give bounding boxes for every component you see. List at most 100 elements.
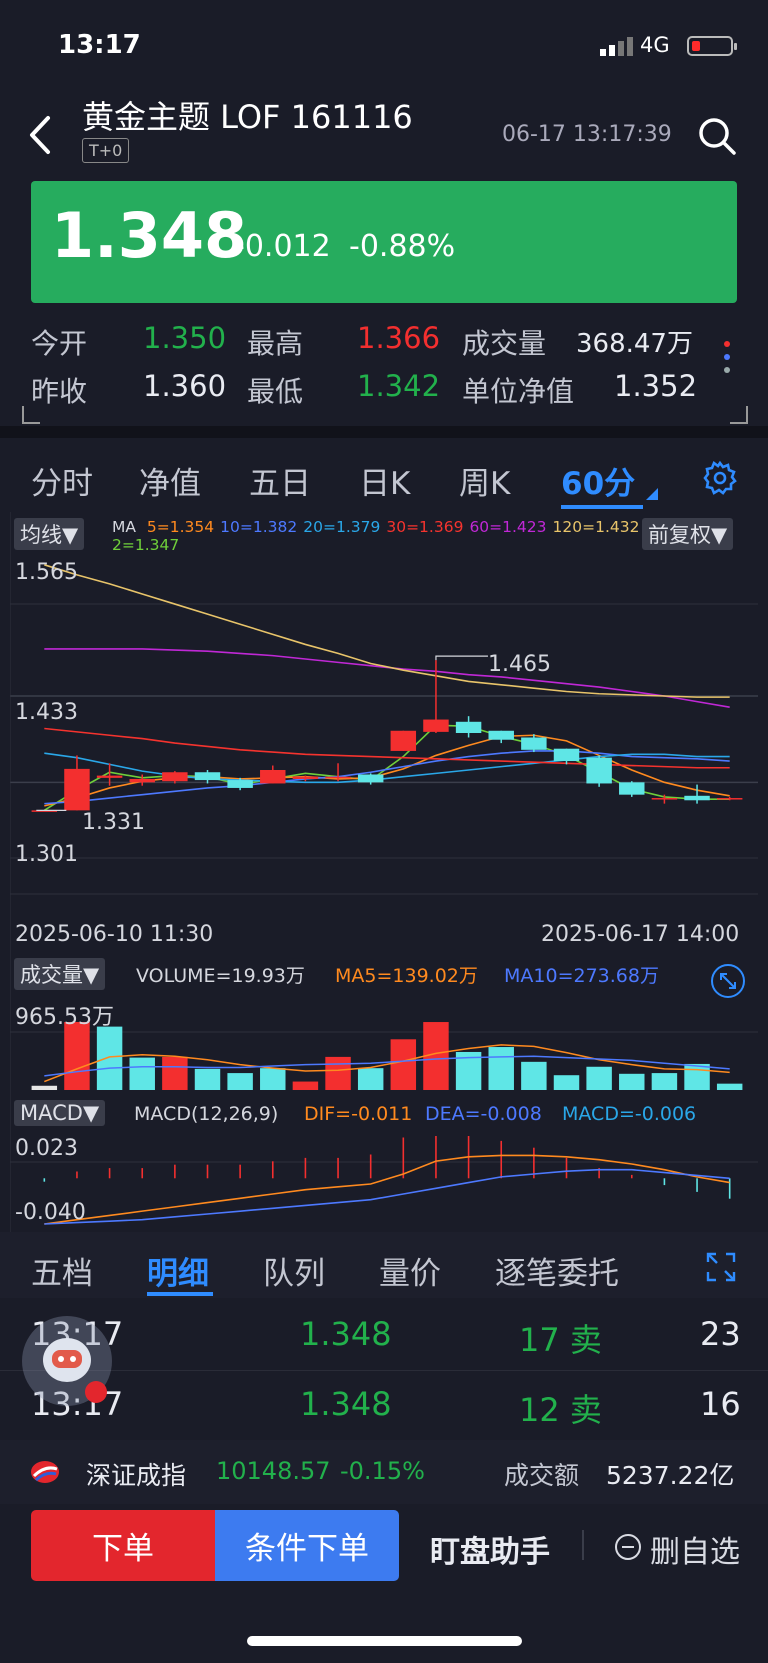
index-change: -0.15% (340, 1457, 425, 1485)
order-button[interactable]: 下单 (31, 1510, 215, 1581)
candle-body (96, 775, 123, 778)
macd-params: MACD(12,26,9) (134, 1103, 279, 1125)
active-tab-underline (561, 505, 643, 509)
candle-body (619, 782, 645, 795)
back-arrow-icon[interactable] (26, 112, 56, 158)
volume-bar (129, 1057, 155, 1090)
signal-icon (600, 37, 633, 56)
ma-legend: MA 5=1.354 10=1.382 20=1.379 30=1.369 60=1.4… (112, 518, 639, 536)
fullscreen-icon[interactable] (706, 1252, 736, 1282)
tab-volume-price[interactable]: 量价 (379, 1248, 441, 1293)
macd-top-label: 0.023 (15, 1136, 78, 1161)
kline-chart[interactable]: 均线▼ MA 5=1.354 10=1.382 20=1.379 30=1.369 60… (10, 512, 758, 1232)
expand-corner-right (730, 406, 748, 424)
adjust-selector[interactable]: 前复权▼ (642, 518, 734, 550)
candle-body (684, 795, 710, 801)
tab-60min[interactable]: 60分 (561, 458, 635, 503)
amount-value: 5237.22亿 (606, 1461, 735, 1490)
candle-body (292, 776, 319, 779)
index-ticker-bar[interactable]: 深证成指 10148.57 -0.15% 成交额 5237.22亿 (0, 1440, 768, 1504)
dif-line (44, 1154, 730, 1225)
candle-body (129, 778, 155, 783)
volume-selector[interactable]: 成交量▼ (14, 958, 106, 990)
szse-logo-icon (31, 1461, 59, 1483)
candle-body (423, 719, 449, 732)
tab-tick-orders[interactable]: 逐笔委托 (495, 1248, 619, 1293)
watch-helper-button[interactable]: 盯盘助手 (430, 1527, 550, 1571)
candle-body (521, 737, 547, 750)
tab-nav[interactable]: 净值 (139, 458, 201, 503)
minus-circle-icon (615, 1534, 641, 1560)
candle-body (553, 748, 580, 762)
network-label: 4G (640, 33, 670, 57)
y-axis-low: 1.301 (15, 842, 78, 867)
expand-toggle-icon[interactable] (710, 963, 746, 999)
assistant-avatar[interactable] (22, 1316, 112, 1406)
more-dots-icon[interactable] (720, 338, 734, 378)
peak-marker (435, 655, 488, 661)
tab-timeshare[interactable]: 分时 (31, 458, 93, 503)
volume-bar (260, 1068, 286, 1090)
trade-count: 16 (700, 1385, 741, 1423)
price-change-pct: -0.88% (349, 229, 456, 264)
volume-bar (521, 1061, 547, 1090)
volume-bar (325, 1056, 351, 1090)
section-divider (0, 426, 768, 438)
high-label: 最高 (247, 327, 304, 360)
high-value: 1.366 (357, 321, 441, 355)
open-label: 今开 (31, 327, 88, 360)
candle-body (357, 774, 384, 783)
ma-line-ma60 (44, 648, 730, 709)
gear-icon[interactable] (702, 460, 738, 496)
tab-five-day[interactable]: 五日 (249, 458, 311, 503)
trade-row: 13:17 1.348 12 卖 16 (0, 1371, 768, 1439)
nav-label: 单位净值 (462, 375, 575, 408)
peak-label: 1.465 (488, 652, 551, 677)
ma-line-ma30 (44, 727, 730, 769)
status-time: 13:17 (58, 30, 141, 60)
index-value: 10148.57 (216, 1457, 331, 1485)
ma-legend-items: 5=1.354 10=1.382 20=1.379 30=1.369 60=1.423 1… (141, 518, 640, 536)
prev-close-label: 昨收 (31, 375, 88, 408)
robot-icon (43, 1338, 107, 1403)
volume-ma5-label: MA5=139.02万 (335, 965, 478, 987)
trade-row: 13:17 1.348 17 卖 23 (0, 1301, 768, 1369)
t0-badge: T+0 (82, 138, 130, 163)
candle-body (390, 730, 417, 751)
volume-value-label: VOLUME=19.93万 (136, 965, 305, 987)
volume-bar (716, 1083, 743, 1090)
volume-bar (357, 1068, 384, 1090)
price-change: -0.012 (234, 229, 331, 264)
tab-weekly-k[interactable]: 周K (459, 458, 510, 503)
detail-tab-underline (147, 1292, 213, 1296)
candle-body (325, 776, 351, 779)
trough-label: 1.331 (82, 810, 145, 835)
tab-daily-k[interactable]: 日K (359, 458, 410, 503)
conditional-order-button[interactable]: 条件下单 (215, 1510, 399, 1581)
volume-bar (651, 1073, 678, 1090)
candle-body (260, 770, 286, 784)
candle-body (162, 772, 188, 782)
volume-bar (390, 1039, 417, 1090)
volume-bar (292, 1081, 319, 1090)
ma-legend-item: 30=1.369 (386, 518, 464, 536)
ma-line-ma5 (44, 734, 730, 807)
dropdown-triangle-icon (646, 488, 658, 500)
candle-body (194, 772, 221, 781)
tab-five-levels[interactable]: 五档 (31, 1248, 93, 1293)
y-axis-top: 1.565 (15, 560, 78, 585)
ma-selector[interactable]: 均线▼ (14, 518, 85, 550)
ma2-legend: 2=1.347 (112, 536, 180, 554)
macd-selector[interactable]: MACD▼ (14, 1100, 106, 1126)
date-start: 2025-06-10 11:30 (15, 922, 214, 947)
volume-bar (64, 1022, 90, 1090)
ma-legend-item: 10=1.382 (220, 518, 298, 536)
ma-legend-item: 120=1.432 (552, 518, 640, 536)
tab-queue[interactable]: 队列 (263, 1248, 325, 1293)
volume-bar (619, 1073, 645, 1090)
tab-details[interactable]: 明细 (147, 1248, 209, 1293)
trade-size: 17 卖 (519, 1321, 602, 1359)
low-label: 最低 (247, 375, 304, 408)
remove-watchlist-label: 删自选 (650, 1535, 740, 1570)
search-icon[interactable] (697, 116, 737, 156)
